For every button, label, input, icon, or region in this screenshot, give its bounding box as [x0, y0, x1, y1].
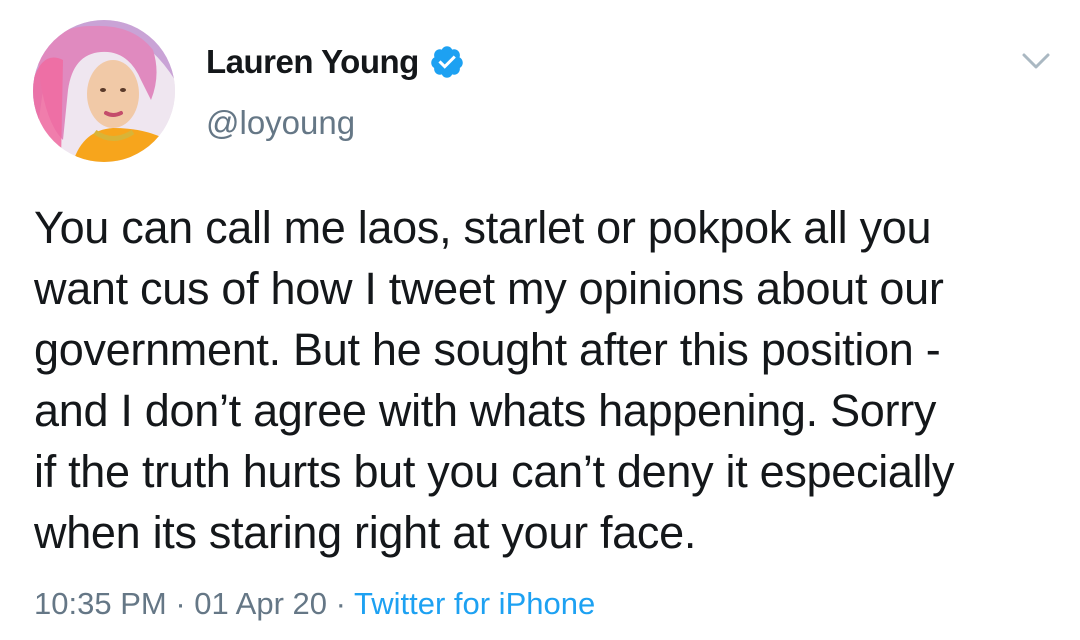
tweet-text-line: want cus of how I tweet my opinions abou… [34, 263, 944, 314]
chevron-down-icon [1022, 53, 1050, 69]
tweet-text-line: You can call me laos, starlet or pokpok … [34, 202, 932, 253]
avatar[interactable] [33, 20, 175, 162]
tweet-text: You can call me laos, starlet or pokpok … [34, 197, 1044, 563]
tweet-text-line: if the truth hurts but you can’t deny it… [34, 446, 955, 497]
tweet-text-line: and I don’t agree with whats happening. … [34, 385, 937, 436]
tweet-date[interactable]: 01 Apr 20 [194, 586, 327, 621]
tweet-meta: 10:35 PM · 01 Apr 20 · Twitter for iPhon… [34, 586, 595, 622]
meta-separator: · [326, 586, 354, 621]
tweet-menu-button[interactable] [1016, 46, 1056, 76]
tweet-time[interactable]: 10:35 PM [34, 586, 167, 621]
meta-separator: · [166, 586, 195, 621]
tweet-text-line: when its staring right at your face. [34, 507, 697, 558]
avatar-image [33, 20, 175, 162]
display-name[interactable]: Lauren Young [206, 43, 419, 81]
author-handle[interactable]: @loyoung [206, 104, 355, 142]
verified-badge-icon [429, 44, 465, 80]
tweet-source-link[interactable]: Twitter for iPhone [354, 586, 595, 621]
tweet-text-line: government. But he sought after this pos… [34, 324, 941, 375]
author-name-row[interactable]: Lauren Young [206, 40, 465, 84]
